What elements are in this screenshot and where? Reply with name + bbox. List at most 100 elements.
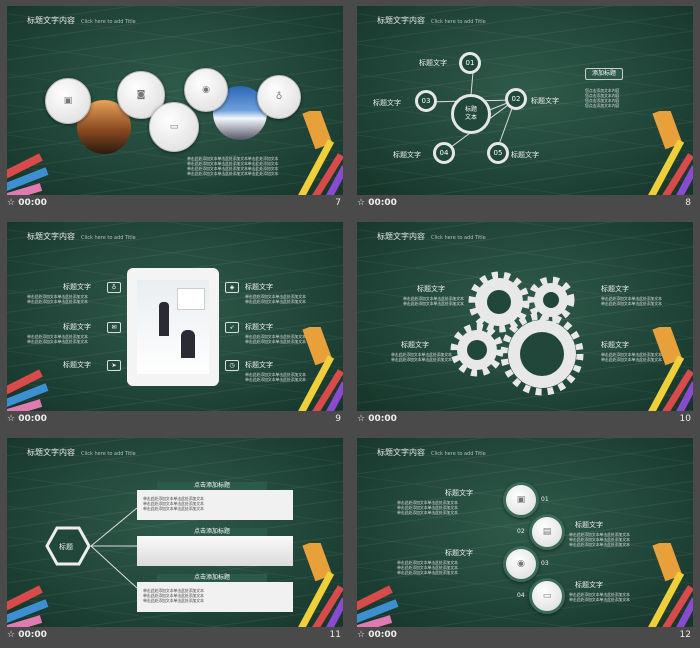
center-node: 标题 文本	[451, 94, 491, 134]
bulb-icon: ♁	[107, 282, 121, 293]
label-2: 标题文字	[531, 97, 559, 105]
rocket-icon: ➶	[225, 322, 239, 333]
body-text: 单击此处添加文本单击此处添加文本单击此处添加文本 单击此处添加文本单击此处添加文本…	[187, 156, 279, 176]
pencils-right	[298, 111, 343, 195]
pencils-left	[7, 585, 49, 627]
timing: ☆ 00:00	[357, 198, 397, 208]
circle-4: ▭	[529, 578, 565, 614]
timing: ☆ 00:00	[7, 630, 47, 640]
num-02: 02	[517, 528, 525, 535]
camera-icon: ◙	[136, 90, 146, 100]
disc-icon: ◉	[202, 85, 210, 95]
slide-canvas: 标题文字内容 Click here to add Title 01 02 03 0…	[357, 6, 693, 195]
label-1: 标题文字	[419, 59, 447, 67]
body-text-4: 单击此处添加文本单击此处添加文本 单击此处添加文本单击此处添加文本	[569, 592, 630, 602]
label-3: 标题文字	[373, 99, 401, 107]
clock-icon: ◷	[225, 360, 239, 371]
body-text-2: 单击此处添加文本单击此处添加文本 单击此处添加文本单击此处添加文本	[27, 334, 88, 344]
circle-1: ▣	[503, 482, 539, 518]
body-text: 您点击添加文本内容 您点击添加文本内容 您点击添加文本内容 您点击添加文本内容	[585, 88, 620, 108]
label-1: 标题文字	[63, 283, 91, 291]
circle-4: ◉	[184, 68, 228, 112]
slide-footer: ☆ 00:00 10	[357, 414, 693, 428]
slide-number: 7	[335, 198, 341, 208]
circle-2: ▤	[529, 514, 565, 550]
body-text-3: 单击此处添加文本单击此处添加文本 单击此处添加文本单击此处添加文本	[391, 352, 452, 362]
pencils-left	[7, 369, 49, 411]
label-4: 标题文字	[601, 341, 629, 349]
slide-footer: ☆ 00:00 12	[357, 630, 693, 644]
slide-number: 10	[679, 414, 691, 424]
label-6: 标题文字	[245, 361, 273, 369]
label-2: 标题文字	[601, 285, 629, 293]
bar-header-3: 点击添加标题	[157, 574, 267, 582]
bar-header-2: 点击添加标题	[157, 528, 267, 536]
num-04: 04	[517, 592, 525, 599]
body-text-1: 单击此处添加文本单击此处添加文本 单击此处添加文本单击此处添加文本 单击此处添加文本…	[397, 500, 458, 515]
pencils-right	[648, 543, 693, 627]
slide-title: 标题文字内容 Click here to add Title	[27, 16, 136, 25]
plane-icon: ➤	[107, 360, 121, 371]
bar-3-text: 单击此处添加文本单击此处添加文本 单击此处添加文本单击此处添加文本 单击此处添加文本…	[143, 588, 204, 603]
label-3: 标题文字	[445, 549, 473, 557]
hex-label: 标题	[59, 543, 73, 551]
slide-canvas: 标题文字内容 Click here to add Title 标题 点击添加标题 …	[7, 438, 343, 627]
circle-3: ▭	[149, 102, 199, 152]
slide-footer: ☆ 00:00 7	[7, 198, 343, 212]
bar-1-text: 单击此处添加文本单击此处添加文本 单击此处添加文本单击此处添加文本 单击此处添加文本…	[143, 496, 204, 511]
timing: ☆ 00:00	[7, 414, 47, 424]
label-4: 标题文字	[393, 151, 421, 159]
slide-thumb-12[interactable]: 标题文字内容 Click here to add Title ▣ ▤ ◉ ▭ 01…	[350, 432, 700, 648]
node-02: 02	[505, 88, 527, 110]
slide-footer: ☆ 00:00 8	[357, 198, 693, 212]
pencils-left	[357, 585, 399, 627]
label-4: 标题文字	[245, 283, 273, 291]
slide-thumb-11[interactable]: 标题文字内容 Click here to add Title 标题 点击添加标题 …	[0, 432, 350, 648]
num-03: 03	[541, 560, 549, 567]
image-icon: ▣	[63, 96, 73, 106]
disc-icon: ◉	[517, 559, 525, 569]
slide-number: 9	[335, 414, 341, 424]
monitor-icon: ▭	[169, 122, 179, 132]
node-01: 01	[459, 52, 481, 74]
slide-canvas: 标题文字内容 Click here to add Title 标题文字 标题文字 …	[357, 222, 693, 411]
slide-thumb-8[interactable]: 标题文字内容 Click here to add Title 01 02 03 0…	[350, 0, 700, 216]
body-text-3: 单击此处添加文本单击此处添加文本 单击此处添加文本单击此处添加文本	[245, 294, 306, 304]
pencils-right	[648, 111, 693, 195]
label-2: 标题文字	[63, 323, 91, 331]
slide-footer: ☆ 00:00 11	[7, 630, 343, 644]
node-03: 03	[415, 90, 437, 112]
label-2: 标题文字	[575, 521, 603, 529]
monitor-icon: ▭	[542, 591, 552, 601]
slide-title: 标题文字内容 Click here to add Title	[27, 232, 136, 241]
label-5: 标题文字	[245, 323, 273, 331]
pencils-right	[298, 543, 343, 627]
slide-thumb-9[interactable]: 标题文字内容 Click here to add Title ♁ ✉ ➤ ◈ ➶ …	[0, 216, 350, 432]
tag-icon: ◈	[225, 282, 239, 293]
slide-thumb-7[interactable]: 标题文字内容 Click here to add Title ▣ ◙ ▭ ◉ ♁ …	[0, 0, 350, 216]
timing: ☆ 00:00	[357, 630, 397, 640]
slide-footer: ☆ 00:00 9	[7, 414, 343, 428]
timing: ☆ 00:00	[7, 198, 47, 208]
slide-canvas: 标题文字内容 Click here to add Title ▣ ▤ ◉ ▭ 01…	[357, 438, 693, 627]
body-text-1: 单击此处添加文本单击此处添加文本 单击此处添加文本单击此处添加文本	[27, 294, 88, 304]
bulb-icon: ♁	[275, 92, 283, 102]
label-3: 标题文字	[401, 341, 429, 349]
pencils-right	[298, 327, 343, 411]
timing: ☆ 00:00	[357, 414, 397, 424]
slide-thumb-10[interactable]: 标题文字内容 Click here to add Title 标题文字 标题文字 …	[350, 216, 700, 432]
pencils-right	[648, 327, 693, 411]
circle-1: ▣	[45, 78, 91, 124]
label-1: 标题文字	[445, 489, 473, 497]
slide-canvas: 标题文字内容 Click here to add Title ♁ ✉ ➤ ◈ ➶ …	[7, 222, 343, 411]
pencils-left	[7, 153, 49, 195]
node-04: 04	[433, 142, 455, 164]
circle-3: ◉	[503, 546, 539, 582]
add-title-button: 添加标题	[585, 68, 623, 80]
mail-icon: ✉	[107, 322, 121, 333]
node-05: 05	[487, 142, 509, 164]
meeting-photo	[137, 280, 209, 374]
picture-icon: ▤	[542, 527, 552, 537]
image-icon: ▣	[516, 495, 526, 505]
bar-2	[137, 536, 293, 566]
